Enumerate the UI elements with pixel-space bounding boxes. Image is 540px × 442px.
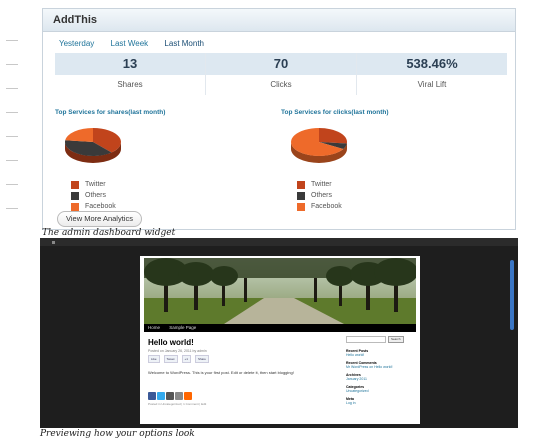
twitter-swatch [71,180,79,189]
shares-panel: Top Services for shares(last month) Twit… [55,109,255,212]
window-control-icon[interactable] [52,241,55,244]
sidebar-link[interactable]: Uncategorized [346,389,414,393]
site-preview-window: Home Sample Page Hello world! Posted on … [40,238,518,428]
post-body: Welcome to WordPress. This is your first… [148,370,294,375]
caption-dashboard: The admin dashboard widget [42,228,176,238]
others-swatch [297,191,305,200]
search-button[interactable]: Search [388,336,404,343]
twitter-swatch [297,180,305,189]
post-title[interactable]: Hello world! [148,338,194,347]
facebook-icon[interactable] [148,392,156,400]
legend-label: Twitter [311,181,332,188]
sidebar-link[interactable]: Mr WordPress on Hello world! [346,365,414,369]
share-toolbar: Like Tweet +1 Share [148,355,209,363]
legend-label: Facebook [85,203,116,210]
legend-item: Twitter [297,179,481,190]
clicks-pie-chart [291,128,347,163]
share-button[interactable]: Share [194,355,209,363]
search-form: Search [346,336,414,343]
sidebar-link[interactable]: Hello world! [346,353,414,357]
tab-last-month[interactable]: Last Month [164,39,204,48]
left-margin-dashes [0,40,22,232]
facebook-swatch [297,202,305,211]
preview-sidebar: Search Recent Posts Hello world! Recent … [346,336,414,409]
stat-value: 70 [206,53,356,75]
stat-viral-lift: 538.46% Viral Lift [357,53,507,95]
shares-panel-title: Top Services for shares(last month) [55,109,166,116]
email-icon[interactable] [175,392,183,400]
preview-page: Home Sample Page Hello world! Posted on … [140,256,420,424]
preview-toolbar [40,238,518,246]
legend-label: Others [311,192,333,199]
view-more-analytics-button[interactable]: View More Analytics [57,211,142,227]
facebook-swatch [71,202,79,211]
shares-legend: Twitter Others Facebook [71,179,255,212]
header-image [144,258,416,324]
legend-item: Others [71,190,255,201]
legend-label: Others [85,192,107,199]
clicks-legend: Twitter Others Facebook [297,179,481,212]
widget-title: AddThis [43,9,515,32]
sidebar-link[interactable]: Log in [346,401,414,405]
period-tabs: Yesterday Last Week Last Month [59,39,218,48]
preview-nav: Home Sample Page [144,324,416,332]
legend-label: Facebook [311,203,342,210]
stat-shares: 13 Shares [55,53,206,95]
clicks-panel: Top Services for clicks(last month) Twit… [281,109,481,212]
addthis-widget: AddThis Yesterday Last Week Last Month 1… [42,8,516,230]
like-button[interactable]: Like [148,355,160,363]
share-icons [148,392,192,400]
stat-value: 13 [55,53,205,75]
caption-preview: Previewing how your options look [40,429,195,439]
shares-pie-chart [65,128,122,163]
post-meta: Posted on January 26, 2011 by admin [148,349,207,353]
pie-slice-twitter [319,128,347,144]
pie-slice-facebook [65,128,93,142]
legend-item: Facebook [297,201,481,212]
stat-value: 538.46% [357,53,507,75]
plusone-button[interactable]: +1 [181,355,191,363]
stat-clicks: 70 Clicks [206,53,357,95]
others-swatch [71,191,79,200]
stat-label: Shares [117,80,143,89]
legend-label: Twitter [85,181,106,188]
preview-scrollbar[interactable] [510,260,514,330]
legend-item: Others [297,190,481,201]
more-share-icon[interactable] [184,392,192,400]
post-footer: Posted in Uncategorized | 1 Comment | Ed… [148,402,207,406]
stats-row: 13 Shares 70 Clicks 538.46% Viral Lift [55,53,507,95]
tab-yesterday[interactable]: Yesterday [59,39,94,48]
twitter-icon[interactable] [157,392,165,400]
nav-sample-page[interactable]: Sample Page [169,325,196,330]
tab-last-week[interactable]: Last Week [111,39,149,48]
search-input[interactable] [346,336,386,343]
tweet-button[interactable]: Tweet [163,355,178,363]
nav-home[interactable]: Home [148,325,160,330]
myspace-icon[interactable] [166,392,174,400]
stat-label: Viral Lift [417,80,447,89]
stat-label: Clicks [270,80,292,89]
clicks-panel-title: Top Services for clicks(last month) [281,109,389,116]
legend-item: Twitter [71,179,255,190]
sidebar-link[interactable]: January 2011 [346,377,414,381]
